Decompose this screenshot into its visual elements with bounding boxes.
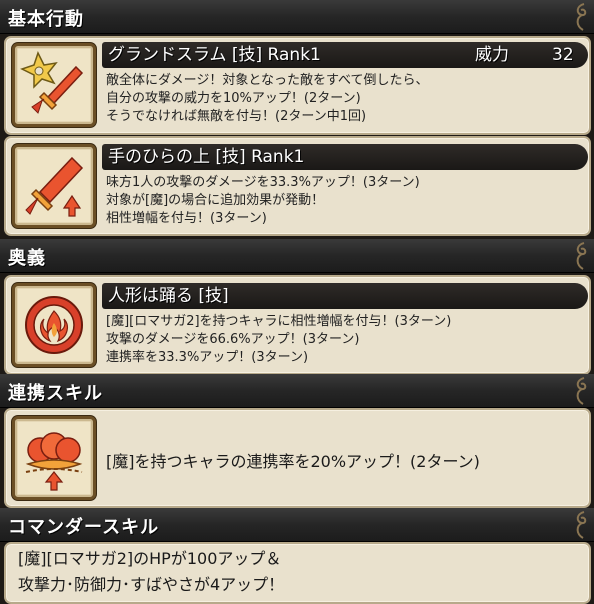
desc-line: 自分の攻撃の威力を10%アップ！(2ターン) [106,91,361,106]
desc-line: 敵全体にダメージ！対象となった敵をすべて倒したら、 [106,73,429,88]
sword-up-icon [12,144,96,228]
desc-line: 攻撃のダメージを66.6%アップ！(3ターン) [106,332,360,347]
skill-description: 味方1人の攻撃のダメージを33.3%アップ！(3ターン) 対象が[魔]の場合に追… [106,174,586,228]
skill-title-bar: グランドスラム [技] Rank1 威力 32 [102,42,588,68]
skill-name: グランドスラム [技] Rank1 [108,45,321,65]
commander-line: [魔][ロマサガ2]のHPが100アップ＆ [18,549,282,568]
skill-title-bar: 人形は踊る [技] [102,283,588,309]
desc-line: 相性増幅を付与！(3ターン) [106,211,267,226]
section-title-ougi: 奥義 [8,248,46,269]
curl-ornament-icon [572,2,588,32]
skill-title-bar: 手のひらの上 [技] Rank1 [102,144,588,170]
section-header-ougi: 奥義 [0,239,594,273]
skill-card-grand-slam[interactable]: グランドスラム [技] Rank1 威力 32 敵全体にダメージ！対象となった敵… [4,36,591,135]
curl-ornament-icon [572,510,588,540]
curl-ornament-icon [572,376,588,406]
skill-card-tenohira[interactable]: 手のひらの上 [技] Rank1 味方1人の攻撃のダメージを33.3%アップ！(… [4,136,591,236]
shuriken-sword-icon [12,43,96,127]
desc-line: [魔][ロマサガ2]を持つキャラに相性増幅を付与！(3ターン) [106,314,452,329]
commander-line: 攻撃力･防御力･すばやさが4アップ！ [18,575,285,594]
section-header-combo: 連携スキル [0,374,594,408]
commander-text: [魔][ロマサガ2]のHPが100アップ＆ 攻撃力･防御力･すばやさが4アップ！ [18,546,284,598]
skill-card-ningyou[interactable]: 人形は踊る [技] [魔][ロマサガ2]を持つキャラに相性増幅を付与！(3ターン… [4,275,591,375]
combo-up-icon [12,416,96,500]
combo-skill-card[interactable]: [魔]を持つキャラの連携率を20%アップ！(2ターン) [4,408,591,508]
power-value: 32 [552,45,574,65]
desc-line: 連携率を33.3%アップ！(3ターン) [106,350,309,365]
curl-ornament-icon [572,241,588,271]
desc-line: 味方1人の攻撃のダメージを33.3%アップ！(3ターン) [106,175,420,190]
power-label: 威力 [475,45,509,65]
skill-description: [魔][ロマサガ2]を持つキャラに相性増幅を付与！(3ターン) 攻撃のダメージを… [106,313,586,367]
skill-name: 手のひらの上 [技] Rank1 [108,147,305,167]
section-title-commander: コマンダースキル [8,517,160,538]
combo-skill-text: [魔]を持つキャラの連携率を20%アップ！(2ターン) [106,452,480,471]
commander-skill-card[interactable]: [魔][ロマサガ2]のHPが100アップ＆ 攻撃力･防御力･すばやさが4アップ！ [4,542,591,604]
desc-line: そうでなければ無敵を付与！(2ターン中1回) [106,109,367,124]
section-header-commander: コマンダースキル [0,508,594,542]
flame-burst-icon [12,283,96,367]
section-title-basic: 基本行動 [8,9,84,30]
desc-line: 対象が[魔]の場合に追加効果が発動！ [106,193,325,208]
skill-name: 人形は踊る [技] [108,286,229,306]
skill-description: 敵全体にダメージ！対象となった敵をすべて倒したら、 自分の攻撃の威力を10%アッ… [106,72,586,126]
section-title-combo: 連携スキル [8,383,103,404]
section-header-basic: 基本行動 [0,0,594,34]
